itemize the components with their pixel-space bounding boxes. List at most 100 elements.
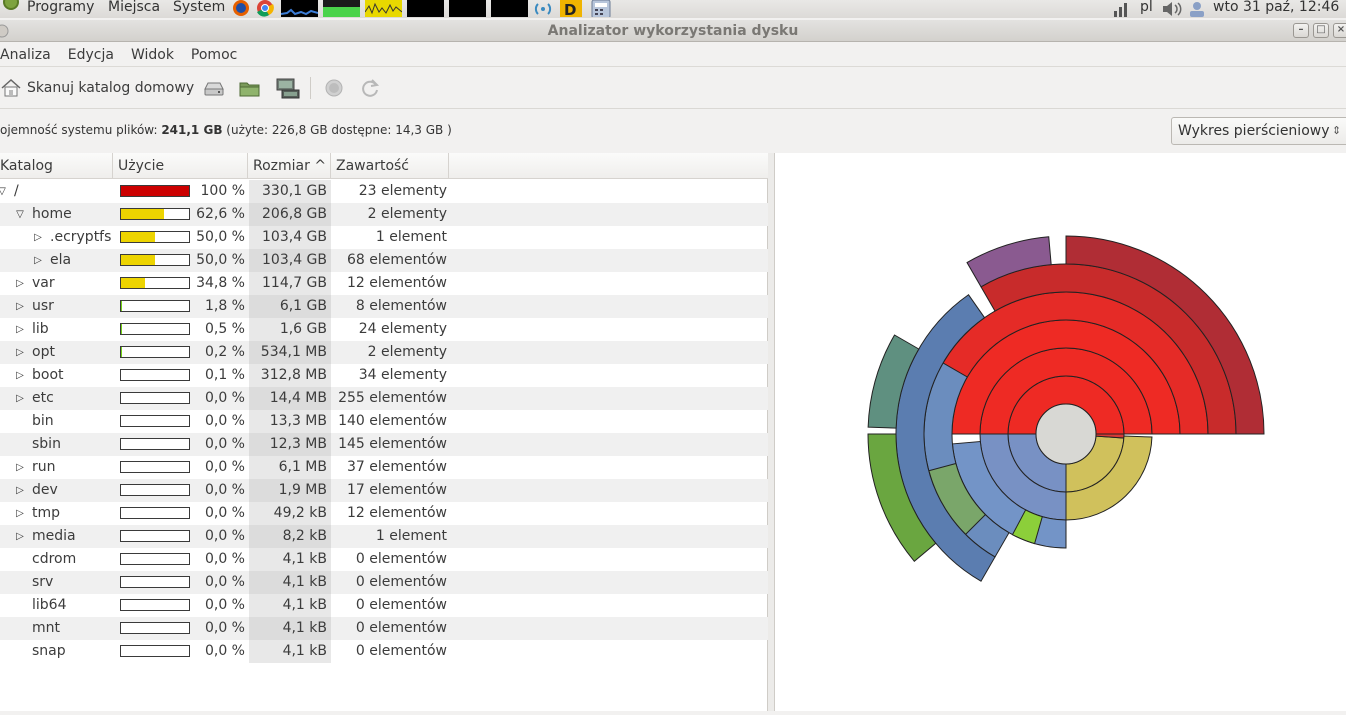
tree-row[interactable]: cdrom0,0 %4,1 kB0 elementów <box>0 548 768 571</box>
rescan-icon[interactable] <box>358 77 382 99</box>
wireless-icon[interactable] <box>532 0 554 17</box>
tree-row[interactable]: ▷media0,0 %8,2 kB1 element <box>0 525 768 548</box>
size-value: 103,4 GB <box>249 226 331 249</box>
distro-logo-icon[interactable] <box>3 0 19 10</box>
sort-ascending-icon: ^ <box>314 158 326 174</box>
tree-row[interactable]: mnt0,0 %4,1 kB0 elementów <box>0 617 768 640</box>
firefox-icon[interactable] <box>230 0 252 17</box>
tree-row[interactable]: ▷dev0,0 %1,9 MB17 elementów <box>0 479 768 502</box>
directory-name: sbin <box>32 433 61 456</box>
ring-chart[interactable] <box>775 153 1346 711</box>
ring-center[interactable] <box>1036 404 1096 464</box>
directory-name: boot <box>32 364 64 387</box>
column-header-rozmiar[interactable]: Rozmiar ^ <box>248 153 331 179</box>
close-button[interactable]: × <box>1333 23 1346 38</box>
expander-closed-icon[interactable]: ▷ <box>33 249 43 272</box>
expander-closed-icon[interactable]: ▷ <box>15 318 25 341</box>
column-header-katalog[interactable]: Katalog <box>0 153 113 179</box>
usage-bar <box>120 392 190 404</box>
window-titlebar[interactable]: Analizator wykorzystania dysku – □ × <box>0 20 1346 42</box>
tree-row[interactable]: srv0,0 %4,1 kB0 elementów <box>0 571 768 594</box>
tree-row[interactable]: ▷ela50,0 %103,4 GB68 elementów <box>0 249 768 272</box>
menu-edycja[interactable]: Edycja <box>68 47 114 63</box>
directory-name: bin <box>32 410 54 433</box>
tree-row[interactable]: lib640,0 %4,1 kB0 elementów <box>0 594 768 617</box>
expander-closed-icon[interactable]: ▷ <box>15 364 25 387</box>
size-value: 312,8 MB <box>249 364 331 387</box>
tree-row[interactable]: ▷boot0,1 %312,8 MB34 elementy <box>0 364 768 387</box>
chart-type-select[interactable]: Wykres pierścieniowy ⇕ <box>1171 117 1346 145</box>
column-header-uzycie[interactable]: Użycie <box>113 153 248 179</box>
size-value: 6,1 MB <box>249 456 331 479</box>
tree-row[interactable]: ▷run0,0 %6,1 MB37 elementów <box>0 456 768 479</box>
tree-row[interactable]: ▷tmp0,0 %49,2 kB12 elementów <box>0 502 768 525</box>
tree-row[interactable]: ▷.ecryptfs50,0 %103,4 GB1 element <box>0 226 768 249</box>
swap-monitor[interactable] <box>407 0 444 17</box>
scan-home-button[interactable]: Skanuj katalog domowy <box>0 77 194 99</box>
menu-widok[interactable]: Widok <box>131 47 174 63</box>
load-monitor[interactable] <box>449 0 486 17</box>
contents-count: 2 elementy <box>331 203 447 226</box>
window-menu-icon[interactable] <box>0 24 10 38</box>
tree-header: Katalog Użycie Rozmiar ^ Zawartość <box>0 153 768 179</box>
expander-closed-icon[interactable]: ▷ <box>15 295 25 318</box>
expander-open-icon[interactable]: ▽ <box>0 180 7 203</box>
usage-bar-fill <box>121 255 155 265</box>
clock[interactable]: wto 31 paź, 12:46 <box>1213 0 1339 15</box>
tree-row[interactable]: sbin0,0 %12,3 MB145 elementów <box>0 433 768 456</box>
user-accounts-icon[interactable] <box>1187 0 1207 17</box>
minimize-button[interactable]: – <box>1293 23 1309 38</box>
contents-count: 0 elementów <box>331 617 447 640</box>
memory-monitor[interactable] <box>323 0 360 17</box>
volume-icon[interactable] <box>1160 0 1184 17</box>
maximize-button[interactable]: □ <box>1313 23 1329 38</box>
menu-analiza[interactable]: Analiza <box>0 47 51 63</box>
usage-bar-fill <box>121 186 189 196</box>
expander-closed-icon[interactable]: ▷ <box>15 456 25 479</box>
expander-closed-icon[interactable]: ▷ <box>15 387 25 410</box>
menu-pomoc[interactable]: Pomoc <box>191 47 237 63</box>
chrome-icon[interactable] <box>254 0 276 17</box>
expander-closed-icon[interactable]: ▷ <box>33 226 43 249</box>
cpu-monitor[interactable] <box>281 0 318 17</box>
tree-row[interactable]: ▽/100 %330,1 GB23 elementy <box>0 180 768 203</box>
keyboard-layout-indicator[interactable]: pl <box>1140 0 1153 15</box>
expander-open-icon[interactable]: ▽ <box>15 203 25 226</box>
scan-remote-folder-icon[interactable] <box>274 77 300 99</box>
directory-tree[interactable]: Katalog Użycie Rozmiar ^ Zawartość ▽/100… <box>0 153 768 711</box>
usage-bar <box>120 599 190 611</box>
usage-bar <box>120 461 190 473</box>
tree-row[interactable]: ▷opt0,2 %534,1 MB2 elementy <box>0 341 768 364</box>
expander-closed-icon[interactable]: ▷ <box>15 479 25 502</box>
column-header-zawartosc[interactable]: Zawartość <box>331 153 449 179</box>
expander-closed-icon[interactable]: ▷ <box>15 272 25 295</box>
places-menu[interactable]: Miejsca <box>108 0 160 15</box>
expander-closed-icon[interactable]: ▷ <box>15 525 25 548</box>
tree-row[interactable]: ▷usr1,8 %6,1 GB8 elementów <box>0 295 768 318</box>
signal-bars-icon[interactable] <box>1112 0 1132 17</box>
tree-row[interactable]: ▷etc0,0 %14,4 MB255 elementów <box>0 387 768 410</box>
chevron-updown-icon: ⇕ <box>1332 118 1341 144</box>
network-monitor[interactable] <box>365 0 402 17</box>
expander-closed-icon[interactable]: ▷ <box>15 502 25 525</box>
tree-row[interactable]: bin0,0 %13,3 MB140 elementów <box>0 410 768 433</box>
ring-chart-panel[interactable] <box>774 153 1346 711</box>
scan-folder-icon[interactable] <box>238 77 262 99</box>
system-menu[interactable]: System <box>173 0 225 15</box>
calculator-icon[interactable] <box>590 0 612 17</box>
tree-row[interactable]: ▽home62,6 %206,8 GB2 elementy <box>0 203 768 226</box>
expander-closed-icon[interactable]: ▷ <box>15 341 25 364</box>
directory-name: run <box>32 456 56 479</box>
tree-row[interactable]: snap0,0 %4,1 kB0 elementów <box>0 640 768 663</box>
svg-text:D: D <box>564 1 576 17</box>
app-d-icon[interactable]: D <box>560 0 582 17</box>
usage-percent: 50,0 % <box>195 226 245 249</box>
disk-monitor[interactable] <box>491 0 528 17</box>
apps-menu[interactable]: Programy <box>27 0 94 15</box>
size-value: 1,6 GB <box>249 318 331 341</box>
tree-row[interactable]: ▷lib0,5 %1,6 GB24 elementy <box>0 318 768 341</box>
scan-filesystem-icon[interactable] <box>202 77 226 99</box>
tree-row[interactable]: ▷var34,8 %114,7 GB12 elementów <box>0 272 768 295</box>
stop-scan-icon[interactable] <box>322 77 346 99</box>
window-title: Analizator wykorzystania dysku <box>548 23 799 39</box>
